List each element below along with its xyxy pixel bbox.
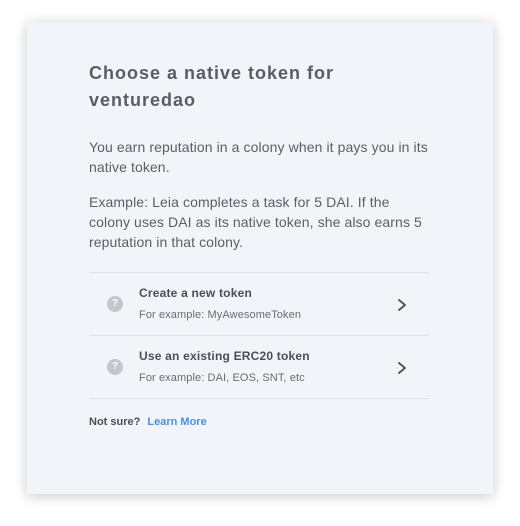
- help-footer: Not sure? Learn More: [89, 415, 429, 429]
- option-title: Create a new token: [139, 286, 252, 300]
- option-subtitle: For example: DAI, EOS, SNT, etc: [139, 372, 305, 384]
- reputation-explanation: You earn reputation in a colony when it …: [89, 139, 428, 175]
- question-circle-icon: ?: [107, 296, 123, 312]
- token-options-list: ? Create a new token For example: MyAwes…: [89, 272, 429, 399]
- chevron-right-icon: [398, 362, 406, 374]
- reputation-example: Example: Leia completes a task for 5 DAI…: [89, 194, 422, 250]
- token-choice-card: Choose a native token for venturedao You…: [27, 22, 493, 494]
- option-title: Use an existing ERC20 token: [139, 349, 310, 363]
- question-circle-icon: ?: [107, 359, 123, 375]
- card-content: Choose a native token for venturedao You…: [89, 60, 429, 429]
- option-subtitle: For example: MyAwesomeToken: [139, 309, 302, 321]
- page-title: Choose a native token for venturedao: [89, 63, 335, 110]
- create-new-token-option[interactable]: ? Create a new token For example: MyAwes…: [89, 273, 429, 336]
- not-sure-label: Not sure?: [89, 416, 141, 428]
- chevron-right-icon: [398, 299, 406, 311]
- learn-more-link[interactable]: Learn More: [147, 416, 206, 428]
- use-existing-token-option[interactable]: ? Use an existing ERC20 token For exampl…: [89, 336, 429, 399]
